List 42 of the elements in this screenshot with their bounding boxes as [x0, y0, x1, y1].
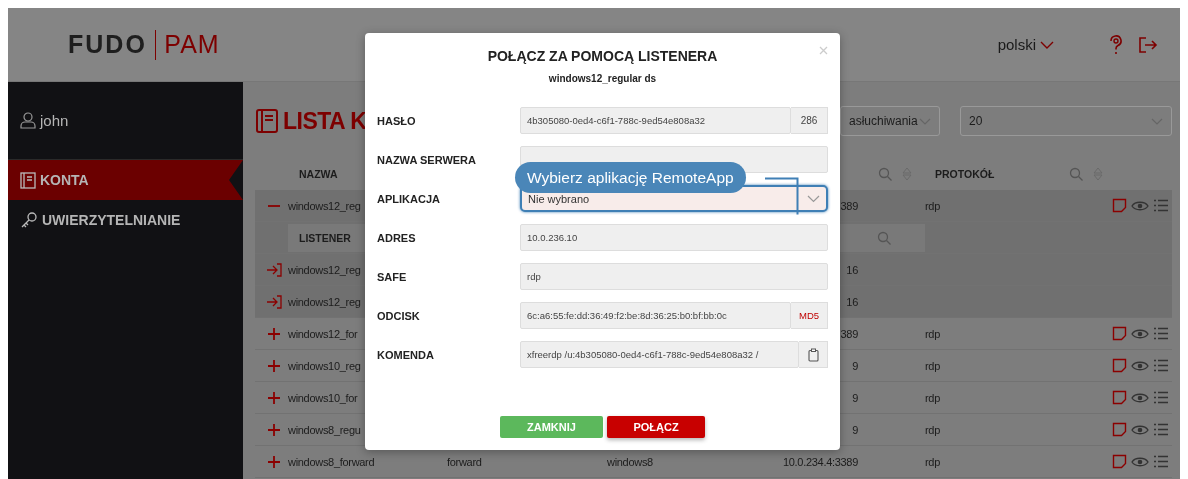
page-title: LISTA K — [283, 107, 367, 135]
table-cell: windows12_reg — [288, 263, 361, 276]
table-cell: rdp — [925, 327, 940, 340]
dropdown-value: 20 — [969, 114, 983, 128]
table-cell: 9 — [852, 391, 858, 404]
table-cell: windows12_for — [288, 327, 358, 340]
table-cell: 16 — [846, 263, 858, 276]
logo-text: FUDO — [68, 30, 147, 59]
table-cell: forward — [447, 455, 482, 468]
table-cell: windows10_reg — [288, 359, 361, 372]
select-value: Nie wybrano — [528, 192, 590, 205]
field-label: SAFE — [377, 270, 408, 283]
field-label: KOMENDA — [377, 348, 435, 361]
dropdown-value: asłuchiwania — [849, 114, 918, 128]
table-cell: rdp — [925, 423, 940, 436]
input-addon: 286 — [791, 107, 828, 134]
table-cell: rdp — [925, 359, 940, 372]
table-cell: rdp — [925, 391, 940, 404]
table-cell: rdp — [925, 199, 940, 212]
field-label: NAZWA SERWERA — [377, 153, 477, 166]
table-cell: 389 — [840, 327, 858, 340]
table-cell: windows8 — [607, 455, 653, 468]
logo-text: PAM — [164, 30, 220, 59]
table-cell: windows10_for — [288, 391, 358, 404]
field-label: ODCISK — [377, 309, 421, 322]
dialog-subtitle: windows12_regular ds — [547, 73, 658, 84]
table-cell: 389 — [840, 199, 858, 212]
table-cell: windows12_reg — [288, 199, 361, 212]
table-cell: 10.0.234.4:3389 — [782, 455, 858, 468]
user-name: john — [40, 112, 69, 129]
table-cell: windows8_regu — [288, 423, 361, 436]
table-cell: windows12_reg — [288, 295, 361, 308]
table-cell: windows8_forward — [288, 455, 375, 468]
field-label: HASŁO — [377, 114, 417, 127]
table-cell: 9 — [852, 423, 858, 436]
table-cell: rdp — [925, 455, 940, 468]
tooltip: Wybierz aplikację RemoteApp — [515, 162, 746, 193]
field-label: ADRES — [377, 231, 417, 244]
table-cell: 16 — [846, 295, 858, 308]
table-cell: 9 — [852, 359, 858, 372]
dialog-title: POŁĄCZ ZA POMOCĄ LISTENERA — [486, 48, 719, 64]
field-label: APLIKACJA — [377, 192, 441, 205]
